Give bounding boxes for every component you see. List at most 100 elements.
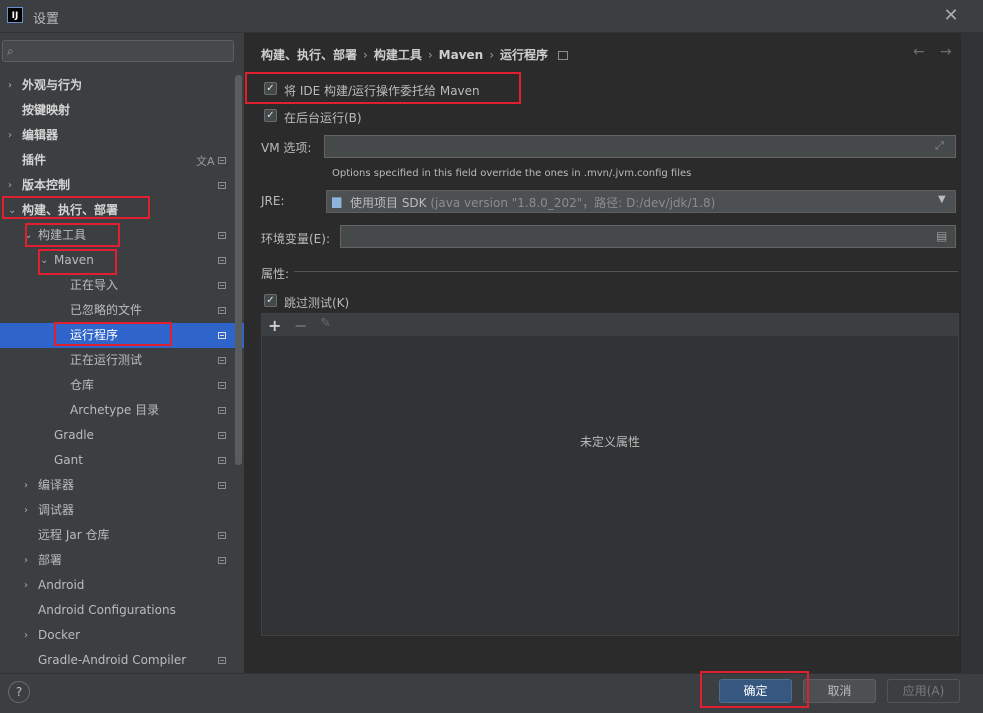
breadcrumb: 构建、执行、部署 › 构建工具 › Maven › 运行程序 [261,46,569,62]
sidebar-tree-item-label: 运行程序 [70,328,119,342]
translate-icon: 文A [196,155,215,168]
sidebar-tree-item-label: 调试器 [38,503,75,517]
sidebar-tree-item[interactable]: 运行程序 [0,323,244,348]
env-vars-label: 环境变量(E): [261,232,330,246]
skip-tests-checkbox[interactable]: ✓ [264,294,277,307]
chevron-right-icon[interactable]: › [24,498,36,523]
project-scope-icon [218,282,226,289]
ok-button[interactable]: 确定 [719,679,792,703]
project-scope-icon [218,382,226,389]
sidebar-tree-item[interactable]: › 调试器 [0,498,235,523]
jre-value-detail: (java version "1.8.0_202"，路径: D:/dev/jdk… [426,196,716,210]
sidebar-tree-item[interactable]: › Docker [0,623,235,648]
jre-label: JRE: [261,194,285,208]
sidebar-tree-item[interactable]: 远程 Jar 仓库 [0,523,235,548]
chevron-down-icon[interactable]: ▼ [938,194,946,205]
sidebar-tree-item[interactable]: 正在运行测试 [0,348,235,373]
sidebar-tree-item[interactable]: ⌄ Maven [0,248,235,273]
properties-table[interactable] [261,313,959,636]
delegate-to-maven-checkbox[interactable]: ✓ [264,82,277,95]
expand-icon[interactable]: ⤢ [935,139,944,153]
help-button[interactable]: ? [8,681,30,703]
apply-button[interactable]: 应用(A) [887,679,960,703]
sidebar-tree-item[interactable]: ⌄ 构建工具 [0,223,235,248]
no-properties-text: 未定义属性 [580,435,641,449]
edit-icon[interactable]: ✎ [320,316,331,331]
sidebar-tree-item[interactable]: ⌄ 构建、执行、部署 [0,198,235,223]
env-vars-input[interactable] [340,225,956,248]
chevron-down-icon[interactable]: ⌄ [40,248,52,273]
project-scope-icon [218,557,226,564]
back-arrow-icon[interactable]: ← [913,44,925,60]
chevron-right-icon[interactable]: › [24,548,36,573]
sidebar-tree-item-label: 按键映射 [22,103,71,117]
run-in-background-checkbox[interactable]: ✓ [264,109,277,122]
breadcrumb-item[interactable]: 构建工具 [374,48,422,62]
sidebar-tree-item[interactable]: › 版本控制 [0,173,235,198]
project-scope-icon [218,407,226,414]
sidebar-scrollbar[interactable] [235,75,242,465]
vm-options-hint: Options specified in this field override… [332,168,692,179]
chevron-right-icon[interactable]: › [24,623,36,648]
chevron-right-icon[interactable]: › [8,173,20,198]
sidebar-tree-item-label: Android [38,578,85,592]
breadcrumb-item[interactable]: 构建、执行、部署 [261,48,357,62]
project-scope-icon [218,182,226,189]
project-scope-icon [218,307,226,314]
sidebar-tree-item[interactable]: Archetype 目录 [0,398,235,423]
sidebar-tree-item-label: 编辑器 [22,128,59,142]
chevron-down-icon[interactable]: ⌄ [8,198,20,223]
project-scope-icon [218,457,226,464]
sidebar-tree-item[interactable]: › Android [0,573,235,598]
close-icon[interactable]: ✕ [940,5,962,27]
properties-toolbar [262,314,958,336]
browse-list-icon[interactable]: ▤ [936,229,947,243]
sidebar-tree-item[interactable]: › 部署 [0,548,235,573]
chevron-right-icon[interactable]: › [8,123,20,148]
project-scope-icon [218,332,226,339]
sidebar-tree-item-label: Android Configurations [38,603,176,617]
project-scope-icon [218,432,226,439]
project-scope-icon [218,482,226,489]
project-scope-icon [218,657,226,664]
project-scope-icon [218,157,226,164]
sidebar-tree-item-label: 已忽略的文件 [70,303,143,317]
chevron-down-icon[interactable]: ⌄ [24,223,36,248]
search-box [2,40,234,62]
window-title: 设置 [33,12,60,27]
jre-value-main: 使用项目 SDK [350,196,427,210]
sidebar-tree-item[interactable]: › 外观与行为 [0,73,235,98]
cancel-button[interactable]: 取消 [803,679,876,703]
vm-options-input[interactable] [324,135,956,158]
add-icon[interactable]: + [268,316,281,335]
sidebar-tree-item[interactable]: › 编辑器 [0,123,235,148]
breadcrumb-item[interactable]: Maven [439,48,484,62]
sidebar-tree-item[interactable]: 按键映射 [0,98,235,123]
delegate-to-maven-label: 将 IDE 构建/运行操作委托给 Maven [284,84,480,98]
chevron-right-icon[interactable]: › [8,73,20,98]
sidebar-tree-item-label: Maven [54,253,94,267]
sidebar-tree-item[interactable]: 仓库 [0,373,235,398]
sidebar-tree-item[interactable]: 正在导入 [0,273,235,298]
sidebar-tree-item[interactable]: Gant [0,448,235,473]
background-editor-strip [961,33,983,673]
sidebar-tree-item[interactable]: Android Configurations [0,598,235,623]
forward-arrow-icon[interactable]: → [940,44,952,60]
chevron-right-icon[interactable]: › [24,573,36,598]
sidebar-tree-item[interactable]: Gradle-Android Compiler [0,648,235,673]
sidebar-tree-item[interactable]: Gradle [0,423,235,448]
chevron-right-icon[interactable]: › [24,473,36,498]
sidebar-tree-item-label: 远程 Jar 仓库 [38,528,110,542]
sidebar-tree-item[interactable]: 已忽略的文件 [0,298,235,323]
search-input[interactable] [27,43,231,61]
title-bar [0,0,983,33]
sidebar-tree-item-label: Gradle [54,428,94,442]
run-in-background-label: 在后台运行(B) [284,111,362,125]
sidebar-tree-item-label: 部署 [38,553,63,567]
remove-icon[interactable]: − [294,316,307,335]
sidebar-tree-item-label: 正在运行测试 [70,353,143,367]
project-scope-icon [218,232,226,239]
sidebar-tree-item[interactable]: › 编译器 [0,473,235,498]
sidebar-tree-item-label: 版本控制 [22,178,71,192]
sidebar-tree-item-label: Docker [38,628,81,642]
